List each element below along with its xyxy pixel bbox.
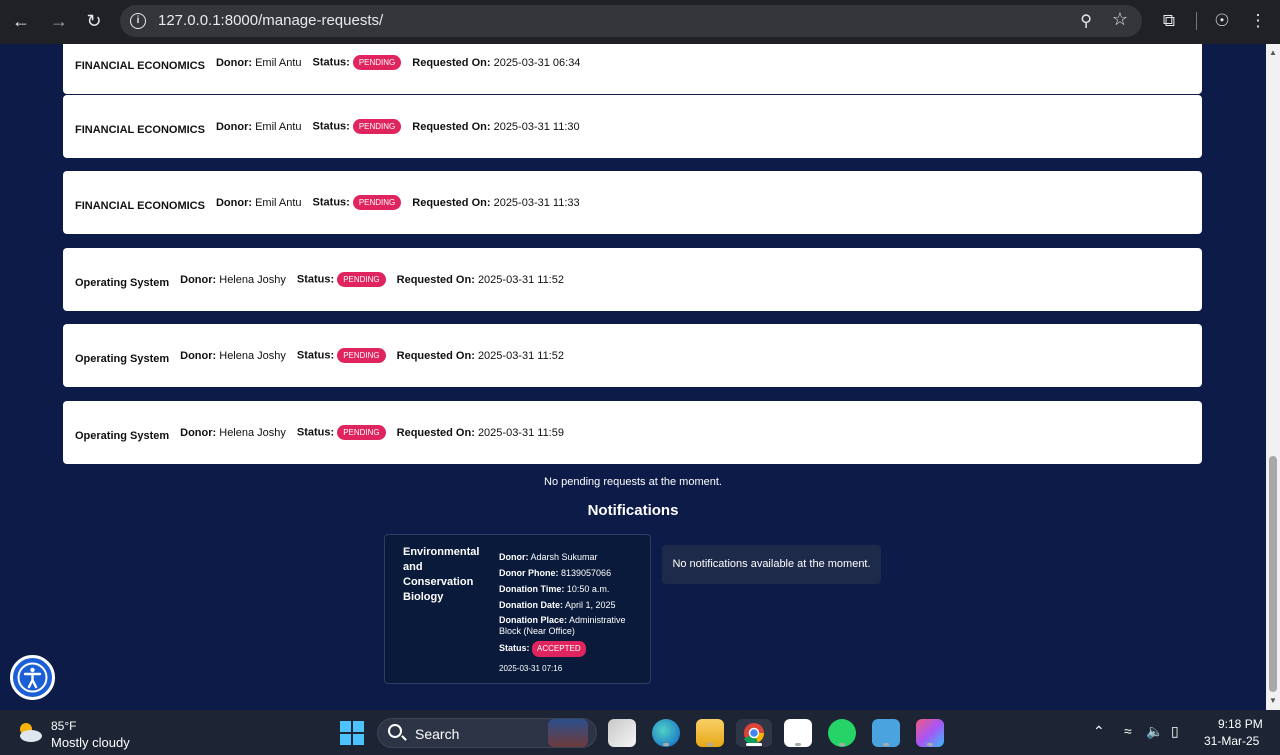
request-card: Operating System Donor: Helena Joshy Sta…: [63, 324, 1202, 387]
request-date: Requested On: 2025-03-31 11:59: [396, 426, 564, 439]
notification-donor: Donor: Adarsh Sukumar: [499, 552, 598, 562]
search-icon: [388, 724, 402, 738]
notification-card: Environmental and Conservation Biology D…: [384, 534, 651, 684]
notification-phone: Donor Phone: 8139057066: [499, 568, 612, 578]
scroll-up-icon[interactable]: ▲: [1268, 48, 1278, 57]
status-badge: PENDING: [337, 425, 386, 440]
request-book-title: FINANCIAL ECONOMICS: [75, 123, 205, 136]
request-date: Requested On: 2025-03-31 11:52: [396, 273, 564, 286]
request-status: Status: PENDING: [297, 425, 386, 440]
notifications-heading: Notifications: [587, 502, 679, 519]
volume-icon[interactable]: 🔈: [1146, 723, 1163, 740]
search-label: Search: [415, 726, 460, 742]
weather-temperature[interactable]: 85°F: [51, 719, 76, 733]
request-donor: Donor: Emil Antu: [215, 196, 302, 209]
tray-overflow-chevron-icon[interactable]: ⌃: [1093, 723, 1105, 740]
no-pending-message: No pending requests at the moment.: [544, 476, 722, 488]
request-status: Status: PENDING: [313, 195, 402, 210]
notification-status: Status: ACCEPTED: [499, 641, 644, 657]
request-book-title: FINANCIAL ECONOMICS: [75, 199, 205, 212]
back-arrow-icon[interactable]: ←: [8, 8, 34, 34]
site-info-icon[interactable]: i: [130, 13, 146, 29]
chrome-browser-icon[interactable]: [736, 719, 772, 747]
request-card: FINANCIAL ECONOMICS Donor: Emil Antu Sta…: [63, 44, 1202, 94]
battery-icon[interactable]: ▯: [1171, 723, 1179, 740]
edge-browser-icon[interactable]: [652, 719, 680, 747]
notification-time: Donation Time: 10:50 a.m.: [499, 584, 610, 594]
request-status: Status: PENDING: [313, 55, 402, 70]
accessibility-icon: [17, 662, 48, 693]
request-date: Requested On: 2025-03-31 11:30: [412, 120, 580, 133]
request-card: FINANCIAL ECONOMICS Donor: Emil Antu Sta…: [63, 95, 1202, 158]
office-app-icon[interactable]: [784, 719, 812, 747]
toolbar-divider: [1196, 12, 1197, 30]
notification-timestamp: 2025-03-31 07:16: [499, 664, 563, 673]
weather-cloud-icon[interactable]: [16, 720, 44, 744]
request-row: FINANCIAL ECONOMICS Donor: Emil Antu Sta…: [75, 44, 580, 94]
extensions-icon[interactable]: ⧉: [1156, 8, 1182, 34]
browser-toolbar: ← → ↻ i 127.0.0.1:8000/manage-requests/ …: [0, 0, 1280, 44]
status-badge: PENDING: [352, 195, 402, 210]
request-row: FINANCIAL ECONOMICS Donor: Emil Antu Sta…: [75, 171, 580, 234]
scroll-down-icon[interactable]: ▼: [1268, 696, 1278, 705]
profile-icon[interactable]: ☉: [1209, 8, 1235, 34]
page-scrollbar[interactable]: ▲ ▼: [1266, 44, 1280, 710]
status-badge: PENDING: [352, 119, 402, 134]
request-donor: Donor: Emil Antu: [215, 120, 302, 133]
status-badge: PENDING: [337, 272, 386, 287]
request-card: Operating System Donor: Helena Joshy Sta…: [63, 401, 1202, 464]
task-view-icon[interactable]: [608, 719, 636, 747]
accessibility-button[interactable]: [10, 655, 55, 700]
notification-details: Donor: Adarsh Sukumar Donor Phone: 81390…: [499, 551, 644, 675]
request-donor: Donor: Helena Joshy: [180, 273, 286, 286]
request-book-title: FINANCIAL ECONOMICS: [75, 59, 205, 72]
no-notifications-message: No notifications available at the moment…: [662, 545, 881, 584]
request-card: FINANCIAL ECONOMICS Donor: Emil Antu Sta…: [63, 171, 1202, 234]
request-row: FINANCIAL ECONOMICS Donor: Emil Antu Sta…: [75, 95, 580, 158]
request-book-title: Operating System: [75, 429, 170, 442]
request-book-title: Operating System: [75, 352, 170, 365]
clock-date[interactable]: 31-Mar-25: [1204, 734, 1259, 748]
file-explorer-icon[interactable]: [696, 719, 724, 747]
request-donor: Donor: Helena Joshy: [180, 426, 286, 439]
request-donor: Donor: Helena Joshy: [180, 349, 286, 362]
taskbar: 85°F Mostly cloudy Search ⌃ ≈ 🔈 ▯ 9:18 P…: [0, 710, 1280, 755]
zoom-icon[interactable]: ⚲: [1080, 11, 1092, 31]
request-donor: Donor: Emil Antu: [215, 56, 302, 69]
reload-icon[interactable]: ↻: [81, 8, 107, 34]
weather-description[interactable]: Mostly cloudy: [51, 735, 130, 750]
windows-start-icon[interactable]: [340, 721, 364, 745]
wifi-icon[interactable]: ≈: [1124, 723, 1132, 739]
url-text[interactable]: 127.0.0.1:8000/manage-requests/: [158, 12, 383, 29]
request-book-title: Operating System: [75, 276, 170, 289]
scrollbar-thumb[interactable]: [1269, 456, 1277, 692]
whatsapp-icon[interactable]: [828, 719, 856, 747]
menu-kebab-icon[interactable]: ⋮: [1245, 8, 1271, 34]
request-card: Operating System Donor: Helena Joshy Sta…: [63, 248, 1202, 311]
status-badge: PENDING: [352, 55, 402, 70]
request-date: Requested On: 2025-03-31 06:34: [412, 56, 581, 69]
request-status: Status: PENDING: [297, 272, 386, 287]
request-status: Status: PENDING: [297, 348, 386, 363]
request-status: Status: PENDING: [313, 119, 402, 134]
request-date: Requested On: 2025-03-31 11:33: [412, 196, 580, 209]
bookmark-star-icon[interactable]: ☆: [1112, 9, 1128, 30]
notification-book-title: Environmental and Conservation Biology: [403, 546, 480, 603]
status-badge: PENDING: [337, 348, 386, 363]
notification-place: Donation Place: Administrative Block (Ne…: [499, 615, 626, 636]
forward-arrow-icon[interactable]: →: [46, 8, 72, 34]
notepad-icon[interactable]: [872, 719, 900, 747]
microsoft-365-icon[interactable]: [916, 719, 944, 747]
search-highlight-icon[interactable]: [548, 719, 588, 747]
request-row: Operating System Donor: Helena Joshy Sta…: [75, 248, 564, 311]
request-row: Operating System Donor: Helena Joshy Sta…: [75, 324, 564, 387]
clock-time[interactable]: 9:18 PM: [1218, 717, 1263, 731]
manage-requests-page: FINANCIAL ECONOMICS Donor: Emil Antu Sta…: [0, 44, 1266, 710]
notification-date: Donation Date: April 1, 2025: [499, 600, 616, 610]
address-bar[interactable]: i 127.0.0.1:8000/manage-requests/ ⚲ ☆: [120, 5, 1142, 37]
request-row: Operating System Donor: Helena Joshy Sta…: [75, 401, 564, 464]
request-date: Requested On: 2025-03-31 11:52: [396, 349, 564, 362]
accepted-badge: ACCEPTED: [532, 641, 586, 657]
